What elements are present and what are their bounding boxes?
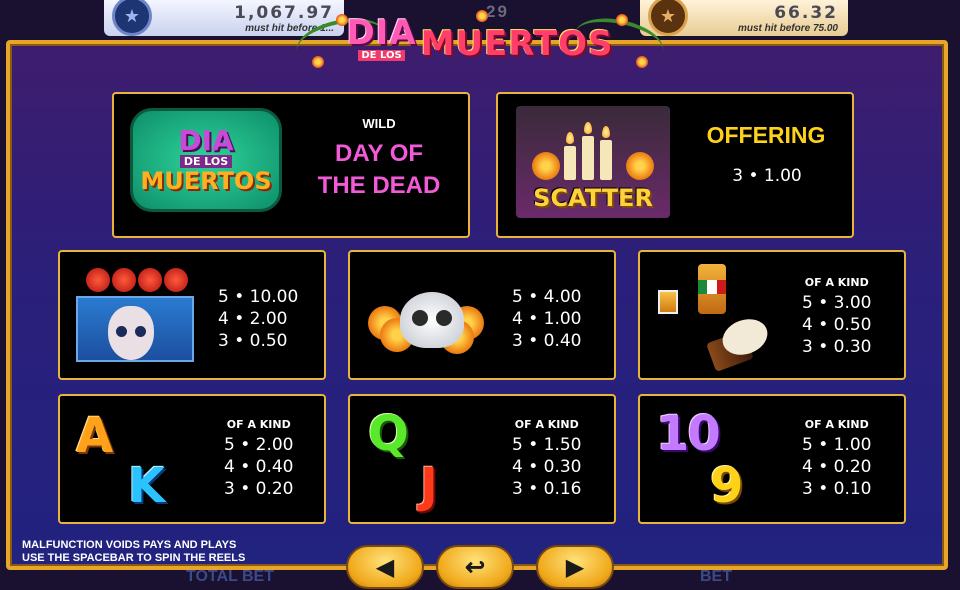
pay-row: 4 • 0.40 [224, 457, 294, 477]
pay-row: 4 • 0.30 [512, 457, 582, 477]
tequila-drum-pays: OF A KIND 5 • 3.00 4 • 0.50 3 • 0.30 [802, 276, 872, 358]
paytable-frame: DIA DE LOS MUERTOS WILD DAY OF THE DEAD … [6, 40, 948, 570]
q-j-panel: Q J OF A KIND 5 • 1.50 4 • 0.30 3 • 0.16 [348, 394, 616, 524]
game-title-logo: DIA DE LOS MUERTOS [292, 6, 668, 73]
return-icon: ↩ [464, 553, 486, 581]
candle-icon [600, 140, 612, 180]
a-k-pays: OF A KIND 5 • 2.00 4 • 0.40 3 • 0.20 [224, 418, 294, 500]
wild-tag: WILD [362, 116, 396, 131]
wild-name-line1: DAY OF [334, 140, 424, 167]
skull-pays: 5 • 4.00 4 • 1.00 3 • 0.40 [512, 286, 582, 352]
flower-icon [312, 56, 324, 68]
eye-icon [412, 310, 428, 326]
wild-symbol-name: DAY OF THE DEAD [294, 138, 464, 202]
pay-row: 3 • 0.10 [802, 479, 872, 499]
eye-icon [116, 326, 127, 337]
scatter-panel: SCATTER OFFERING 3 • 1.00 [496, 92, 854, 238]
scatter-symbol-name: OFFERING [706, 122, 826, 148]
eye-icon [436, 310, 452, 326]
pay-row: 4 • 1.00 [512, 309, 582, 329]
wild-logo-de-los: DE LOS [179, 154, 233, 168]
q-j-pays: OF A KIND 5 • 1.50 4 • 0.30 3 • 0.16 [512, 418, 582, 500]
scatter-pay: 3 • 1.00 [732, 166, 802, 186]
ten-nine-pays: OF A KIND 5 • 1.00 4 • 0.20 3 • 0.10 [802, 418, 872, 500]
pay-row: 3 • 0.40 [512, 331, 582, 351]
of-a-kind-label: OF A KIND [804, 276, 869, 289]
pay-row: 5 • 1.00 [802, 435, 872, 455]
pay-row: 5 • 3.00 [802, 293, 872, 313]
pay-row: 4 • 2.00 [218, 309, 288, 329]
pay-row: 3 • 0.20 [224, 479, 294, 499]
wild-name-line2: THE DEAD [317, 172, 441, 199]
pay-row: 4 • 0.20 [802, 457, 872, 477]
flower-crown-icon [86, 268, 188, 292]
k-symbol: K [128, 458, 165, 514]
right-jackpot-note: must hit before 75.00 [737, 23, 838, 34]
pay-row: 4 • 0.50 [802, 315, 872, 335]
shot-glass-icon [658, 290, 678, 314]
pay-row: 5 • 1.50 [512, 435, 582, 455]
of-a-kind-label: OF A KIND [804, 418, 869, 431]
eye-icon [135, 326, 146, 337]
nine-symbol: 9 [710, 458, 743, 514]
candle-icon [564, 146, 576, 180]
marigold-icon [532, 152, 560, 180]
next-page-button[interactable]: ▶ [536, 545, 614, 589]
catrina-panel: 5 • 10.00 4 • 2.00 3 • 0.50 [58, 250, 326, 380]
pay-row: 3 • 0.50 [218, 331, 288, 351]
flower-icon [636, 56, 648, 68]
disclaimer-line1: MALFUNCTION VOIDS PAYS AND PLAYS [22, 539, 237, 551]
flame-icon [602, 126, 610, 138]
star-icon: ★ [112, 0, 152, 36]
skull-panel: 5 • 4.00 4 • 1.00 3 • 0.40 [348, 250, 616, 380]
flame-icon [584, 122, 592, 134]
sugar-skull-symbol [400, 292, 464, 348]
of-a-kind-label: OF A KIND [226, 418, 291, 431]
wild-logo-symbol: DIA DE LOS MUERTOS [130, 108, 282, 212]
tequila-drum-panel: OF A KIND 5 • 3.00 4 • 0.50 3 • 0.30 [638, 250, 906, 380]
offering-scatter-symbol: SCATTER [516, 106, 670, 218]
pay-row: 5 • 10.00 [218, 287, 299, 307]
ten-nine-panel: 10 9 OF A KIND 5 • 1.00 4 • 0.20 3 • 0.1… [638, 394, 906, 524]
flame-icon [566, 132, 574, 144]
j-symbol: J [420, 458, 438, 514]
scatter-label: SCATTER [533, 184, 653, 212]
pay-row: 5 • 4.00 [512, 287, 582, 307]
pay-row: 3 • 0.16 [512, 479, 582, 499]
a-k-panel: A K OF A KIND 5 • 2.00 4 • 0.40 3 • 0.20 [58, 394, 326, 524]
bet-label-behind: BET [700, 568, 732, 585]
wild-panel: DIA DE LOS MUERTOS WILD DAY OF THE DEAD [112, 92, 470, 238]
right-jackpot-amount: 66.32 [774, 3, 838, 23]
tequila-bottle-icon [698, 264, 726, 314]
q-symbol: Q [368, 406, 409, 462]
wild-logo-dia: DIA [178, 123, 234, 157]
flower-icon [616, 14, 628, 26]
title-de-los: DE LOS [358, 49, 405, 61]
candle-icon [582, 136, 594, 180]
return-to-game-button[interactable]: ↩ [436, 545, 514, 589]
pay-row: 3 • 0.30 [802, 337, 872, 357]
a-symbol: A [76, 408, 113, 464]
drum-icon [706, 313, 773, 372]
arrow-right-icon: ▶ [565, 553, 585, 581]
pay-row: 5 • 2.00 [224, 435, 294, 455]
disclaimer-text: MALFUNCTION VOIDS PAYS AND PLAYS USE THE… [22, 539, 245, 565]
previous-page-button[interactable]: ◀ [346, 545, 424, 589]
title-dia: DIA [346, 12, 417, 53]
title-muertos: MUERTOS [420, 23, 614, 64]
catrina-pays: 5 • 10.00 4 • 2.00 3 • 0.50 [218, 286, 298, 352]
ten-symbol: 10 [656, 406, 721, 462]
wild-logo-muertos: MUERTOS [140, 166, 272, 195]
disclaimer-line2: USE THE SPACEBAR TO SPIN THE REELS [22, 552, 246, 564]
catrina-symbol [76, 268, 194, 362]
right-jackpot-meter: ★ 66.32 must hit before 75.00 [640, 0, 848, 36]
face-icon [108, 306, 154, 360]
arrow-left-icon: ◀ [375, 553, 395, 581]
of-a-kind-label: OF A KIND [514, 418, 579, 431]
marigold-icon [626, 152, 654, 180]
total-bet-label-behind: TOTAL BET [186, 568, 274, 585]
